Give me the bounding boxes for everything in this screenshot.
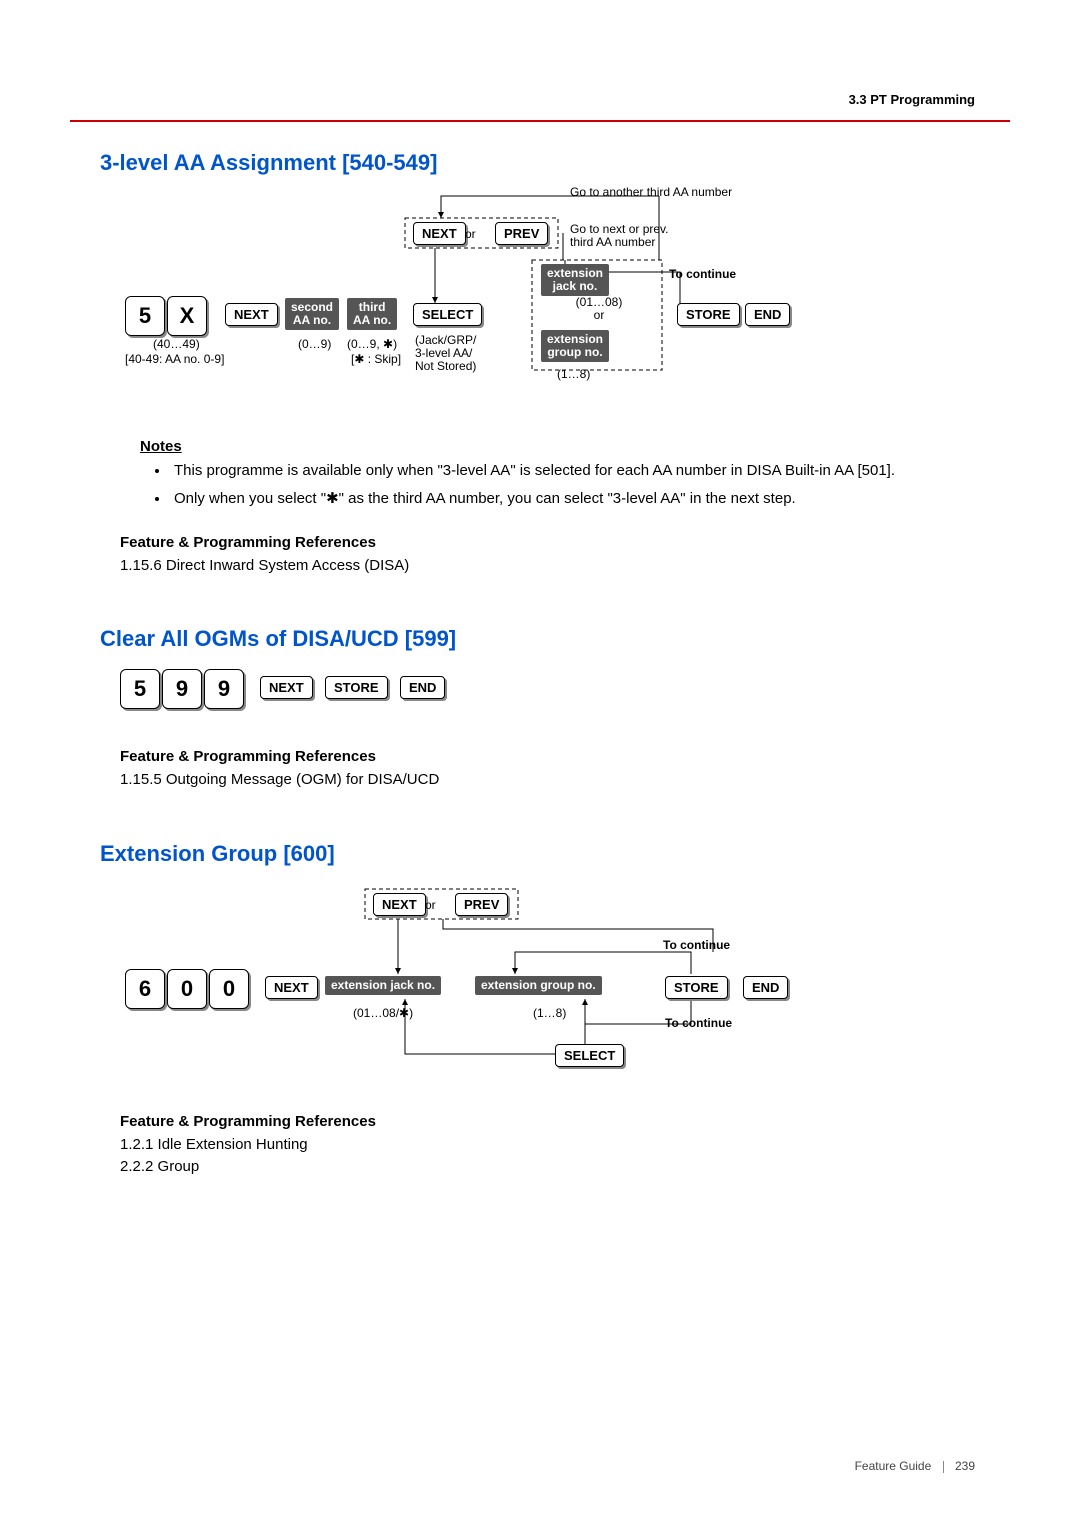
refs-1: 1.15.6 Direct Inward System Access (DISA…	[120, 555, 980, 577]
refs-3b: 2.2.2 Group	[120, 1156, 980, 1178]
end-button-1: END	[745, 303, 790, 326]
store-button-2: STORE	[325, 676, 388, 699]
end-button-3: END	[743, 976, 788, 999]
footer-page: 239	[955, 1459, 975, 1473]
key-5b: 5	[120, 669, 160, 709]
sub-0-9-star: (0…9, ✱)	[347, 338, 397, 351]
refs-heading-2: Feature & Programming References	[120, 748, 980, 765]
key-x: X	[167, 296, 207, 336]
prev-top3: PREV	[455, 893, 508, 916]
refs-heading-1: Feature & Programming References	[120, 534, 980, 551]
ext-group-label: extension group no.	[541, 330, 609, 362]
key-9a: 9	[162, 669, 202, 709]
or3: or	[425, 899, 436, 912]
store-button-3: STORE	[665, 976, 728, 999]
sub-jackgrp: (Jack/GRP/ 3-level AA/ Not Stored)	[415, 334, 476, 374]
notes-heading: Notes	[140, 438, 980, 455]
jack-range: (01…08) or	[539, 296, 659, 322]
to-continue-1: To continue	[669, 268, 736, 281]
sub-0108: (01…08/✱)	[353, 1007, 413, 1020]
footer-guide: Feature Guide	[855, 1459, 932, 1473]
sub-1-8: (1…8)	[533, 1007, 566, 1020]
key-6: 6	[125, 969, 165, 1009]
note-item: This programme is available only when "3…	[170, 461, 980, 481]
footer-sep	[943, 1461, 944, 1473]
section2-title: Clear All OGMs of DISA/UCD [599]	[100, 626, 980, 652]
select-button-3: SELECT	[555, 1044, 624, 1067]
key-5: 5	[125, 296, 165, 336]
next-button-3: NEXT	[265, 976, 318, 999]
key-0b: 0	[209, 969, 249, 1009]
third-aa-box: third AA no.	[347, 298, 397, 330]
section1-title: 3-level AA Assignment [540-549]	[100, 150, 980, 176]
to-continue-3b: To continue	[665, 1017, 732, 1030]
next-top3: NEXT	[373, 893, 426, 916]
next-top-button: NEXT	[413, 222, 466, 245]
range-1-8: (1…8)	[557, 368, 590, 381]
ext-jack-label: extension jack no.	[541, 264, 609, 296]
select-button-1: SELECT	[413, 303, 482, 326]
refs-heading-3: Feature & Programming References	[120, 1113, 980, 1130]
next-button-1: NEXT	[225, 303, 278, 326]
second-aa-box: second AA no.	[285, 298, 339, 330]
notes-list: This programme is available only when "3…	[170, 461, 980, 510]
sub-40-49-b: [40-49: AA no. 0-9]	[125, 353, 224, 366]
end-button-2: END	[400, 676, 445, 699]
refs-3a: 1.2.1 Idle Extension Hunting	[120, 1134, 980, 1156]
key-0a: 0	[167, 969, 207, 1009]
prev-top-button: PREV	[495, 222, 548, 245]
next-prev-note: Go to next or prev. third AA number	[570, 223, 669, 249]
or-label: or	[465, 228, 476, 241]
note-item: Only when you select "✱" as the third AA…	[170, 489, 980, 509]
sub-0-9: (0…9)	[298, 338, 331, 351]
sub-40-49: (40…49)	[153, 338, 200, 351]
header-rule	[70, 120, 1010, 122]
next-button-2: NEXT	[260, 676, 313, 699]
ext-jack-3: extension jack no.	[325, 976, 441, 995]
refs-2: 1.15.5 Outgoing Message (OGM) for DISA/U…	[120, 769, 980, 791]
sub-skip: [✱ : Skip]	[351, 353, 401, 366]
ext-grp-3: extension group no.	[475, 976, 602, 995]
page-header: 3.3 PT Programming	[849, 92, 975, 107]
to-continue-3a: To continue	[663, 939, 730, 952]
page-footer: Feature Guide 239	[855, 1459, 975, 1473]
loop-note: Go to another third AA number	[570, 186, 732, 199]
key-9b: 9	[204, 669, 244, 709]
section3-title: Extension Group [600]	[100, 841, 980, 867]
store-button-1: STORE	[677, 303, 740, 326]
